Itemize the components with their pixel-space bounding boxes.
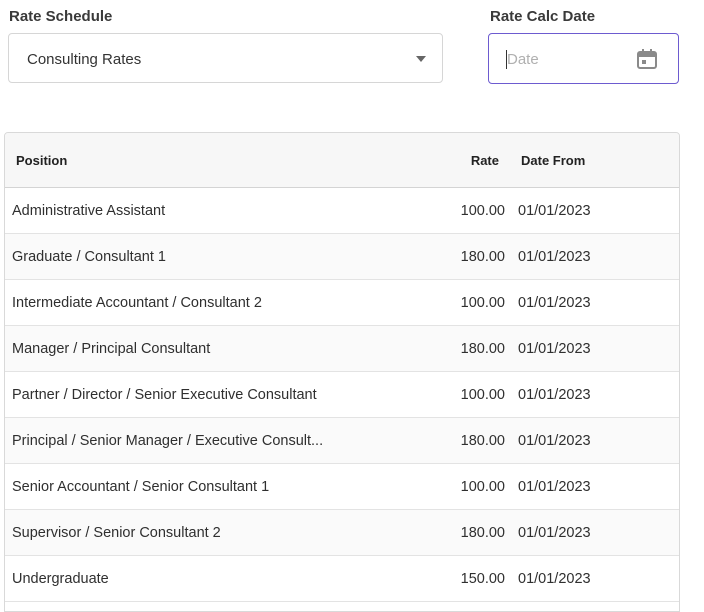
rate-cell: 100.00 (460, 295, 505, 311)
rate-calc-date-field[interactable] (488, 33, 679, 84)
table-row[interactable]: Senior Accountant / Senior Consultant 1 … (5, 464, 679, 510)
rate-schedule-label: Rate Schedule (9, 8, 113, 25)
position-cell: Senior Accountant / Senior Consultant 1 (12, 479, 270, 495)
position-cell: Manager / Principal Consultant (12, 341, 211, 357)
position-cell: Partner / Director / Senior Executive Co… (12, 387, 317, 403)
date-from-cell: 01/01/2023 (518, 571, 591, 587)
position-cell: Principal / Senior Manager / Executive C… (12, 433, 324, 449)
position-cell: Supervisor / Senior Consultant 2 (12, 525, 221, 541)
rate-cell: 180.00 (460, 525, 505, 541)
table-body: Administrative Assistant 100.00 01/01/20… (5, 188, 679, 602)
position-column-header[interactable]: Position (16, 153, 67, 168)
table-header: Position Rate Date From (5, 133, 679, 188)
table-row[interactable]: Partner / Director / Senior Executive Co… (5, 372, 679, 418)
rates-table: Position Rate Date From Administrative A… (4, 132, 680, 612)
rate-cell: 100.00 (460, 203, 505, 219)
table-row[interactable]: Undergraduate 150.00 01/01/2023 (5, 556, 679, 602)
table-row[interactable]: Intermediate Accountant / Consultant 2 1… (5, 280, 679, 326)
rate-schedule-select[interactable]: Consulting Rates (8, 33, 443, 83)
table-row[interactable]: Graduate / Consultant 1 180.00 01/01/202… (5, 234, 679, 280)
date-from-cell: 01/01/2023 (518, 341, 591, 357)
rate-cell: 180.00 (460, 341, 505, 357)
date-from-cell: 01/01/2023 (518, 249, 591, 265)
rate-cell: 100.00 (460, 387, 505, 403)
rate-cell: 100.00 (460, 479, 505, 495)
table-row[interactable]: Administrative Assistant 100.00 01/01/20… (5, 188, 679, 234)
rate-cell: 150.00 (460, 571, 505, 587)
table-row[interactable]: Principal / Senior Manager / Executive C… (5, 418, 679, 464)
date-input[interactable] (507, 48, 617, 70)
date-from-cell: 01/01/2023 (518, 479, 591, 495)
rate-column-header[interactable]: Rate (471, 153, 499, 168)
date-from-cell: 01/01/2023 (518, 203, 591, 219)
table-row[interactable]: Supervisor / Senior Consultant 2 180.00 … (5, 510, 679, 556)
rate-schedule-value: Consulting Rates (27, 51, 142, 68)
table-row[interactable]: Manager / Principal Consultant 180.00 01… (5, 326, 679, 372)
calendar-icon[interactable] (636, 48, 658, 70)
date-from-cell: 01/01/2023 (518, 433, 591, 449)
rate-calc-date-label: Rate Calc Date (490, 8, 596, 25)
position-cell: Administrative Assistant (12, 203, 166, 219)
date-from-cell: 01/01/2023 (518, 295, 591, 311)
chevron-down-icon[interactable] (416, 56, 426, 62)
position-cell: Undergraduate (12, 571, 109, 587)
position-cell: Graduate / Consultant 1 (12, 249, 166, 265)
rate-cell: 180.00 (460, 249, 505, 265)
date-from-column-header[interactable]: Date From (521, 153, 585, 168)
date-from-cell: 01/01/2023 (518, 525, 591, 541)
date-from-cell: 01/01/2023 (518, 387, 591, 403)
rate-cell: 180.00 (460, 433, 505, 449)
position-cell: Intermediate Accountant / Consultant 2 (12, 295, 262, 311)
